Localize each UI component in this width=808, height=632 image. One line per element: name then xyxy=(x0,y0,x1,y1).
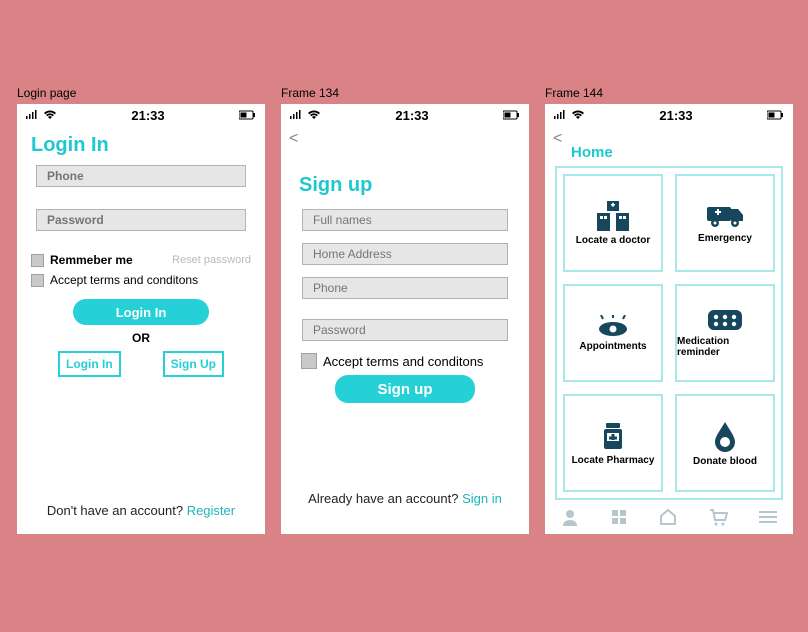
terms-checkbox[interactable] xyxy=(31,274,44,287)
signal-icon xyxy=(289,108,303,123)
login-title: Login In xyxy=(31,134,265,157)
home-screen: 21:33 < Home Locate a doctor Emergency A… xyxy=(545,104,793,534)
phone-input[interactable] xyxy=(302,277,508,299)
wifi-icon xyxy=(571,108,585,123)
status-time: 21:33 xyxy=(321,108,503,123)
tile-appointments[interactable]: Appointments xyxy=(563,284,663,382)
status-time: 21:33 xyxy=(57,108,239,123)
status-time: 21:33 xyxy=(585,108,767,123)
status-bar: 21:33 xyxy=(545,104,793,126)
password-input[interactable] xyxy=(302,319,508,341)
terms-label: Accept terms and conditons xyxy=(50,273,198,287)
address-input[interactable] xyxy=(302,243,508,265)
tile-emergency[interactable]: Emergency xyxy=(675,174,775,272)
blood-drop-icon xyxy=(712,420,738,452)
terms-checkbox[interactable] xyxy=(301,353,317,369)
back-icon[interactable]: < xyxy=(553,130,562,148)
tile-label: Medication reminder xyxy=(677,336,773,358)
signal-icon xyxy=(25,108,39,123)
tab-cart-icon[interactable] xyxy=(708,508,728,531)
ambulance-icon xyxy=(705,203,745,229)
tile-label: Emergency xyxy=(698,233,752,244)
tile-pharmacy[interactable]: Locate Pharmacy xyxy=(563,394,663,492)
hospital-icon xyxy=(594,201,632,231)
login-button[interactable]: Login In xyxy=(73,299,209,325)
register-link[interactable]: Register xyxy=(187,503,235,518)
tile-label: Locate a doctor xyxy=(576,235,650,246)
frame-label-home: Frame 144 xyxy=(545,86,603,100)
signup-title: Sign up xyxy=(299,174,529,197)
home-title: Home xyxy=(571,144,793,161)
tile-donate-blood[interactable]: Donate blood xyxy=(675,394,775,492)
alt-signup-button[interactable]: Sign Up xyxy=(163,351,224,377)
tile-medication[interactable]: Medication reminder xyxy=(675,284,775,382)
status-bar: 21:33 xyxy=(281,104,529,126)
reset-password-link[interactable]: Reset password xyxy=(172,254,251,266)
tab-menu-icon[interactable] xyxy=(759,510,777,529)
tab-home-icon[interactable] xyxy=(659,508,677,531)
wifi-icon xyxy=(43,108,57,123)
alt-login-button[interactable]: Login In xyxy=(58,351,121,377)
signal-icon xyxy=(553,108,567,123)
phone-input[interactable] xyxy=(36,165,246,187)
tile-label: Locate Pharmacy xyxy=(572,455,655,466)
home-grid-container: Locate a doctor Emergency Appointments M… xyxy=(555,166,783,500)
tile-label: Appointments xyxy=(579,341,646,352)
remember-checkbox[interactable] xyxy=(31,254,44,267)
signin-link[interactable]: Sign in xyxy=(462,491,502,506)
signup-foot: Already have an account? Sign in xyxy=(281,491,529,506)
or-label: OR xyxy=(17,331,265,345)
pharmacy-icon xyxy=(598,421,628,451)
login-screen: 21:33 Login In Remmeber me Reset passwor… xyxy=(17,104,265,534)
tab-bar xyxy=(545,504,793,534)
frame-label-signup: Frame 134 xyxy=(281,86,339,100)
tile-label: Donate blood xyxy=(693,456,757,467)
battery-icon xyxy=(503,108,521,123)
battery-icon xyxy=(767,108,785,123)
pills-icon xyxy=(706,308,744,332)
battery-icon xyxy=(239,108,257,123)
remember-label: Remmeber me xyxy=(50,253,172,267)
fullnames-input[interactable] xyxy=(302,209,508,231)
signup-screen: 21:33 < Sign up Accept terms and condito… xyxy=(281,104,529,534)
back-icon[interactable]: < xyxy=(289,130,298,148)
wifi-icon xyxy=(307,108,321,123)
password-input[interactable] xyxy=(36,209,246,231)
signup-foot-text: Already have an account? xyxy=(308,491,462,506)
tile-locate-doctor[interactable]: Locate a doctor xyxy=(563,174,663,272)
status-bar: 21:33 xyxy=(17,104,265,126)
frame-label-login: Login page xyxy=(17,86,76,100)
signup-button[interactable]: Sign up xyxy=(335,375,475,403)
login-foot-text: Don't have an account? xyxy=(47,503,187,518)
tab-grid-icon[interactable] xyxy=(610,508,628,531)
login-foot: Don't have an account? Register xyxy=(17,503,265,518)
tab-profile-icon[interactable] xyxy=(561,508,579,531)
terms-label: Accept terms and conditons xyxy=(323,354,483,369)
eye-icon xyxy=(594,315,632,337)
